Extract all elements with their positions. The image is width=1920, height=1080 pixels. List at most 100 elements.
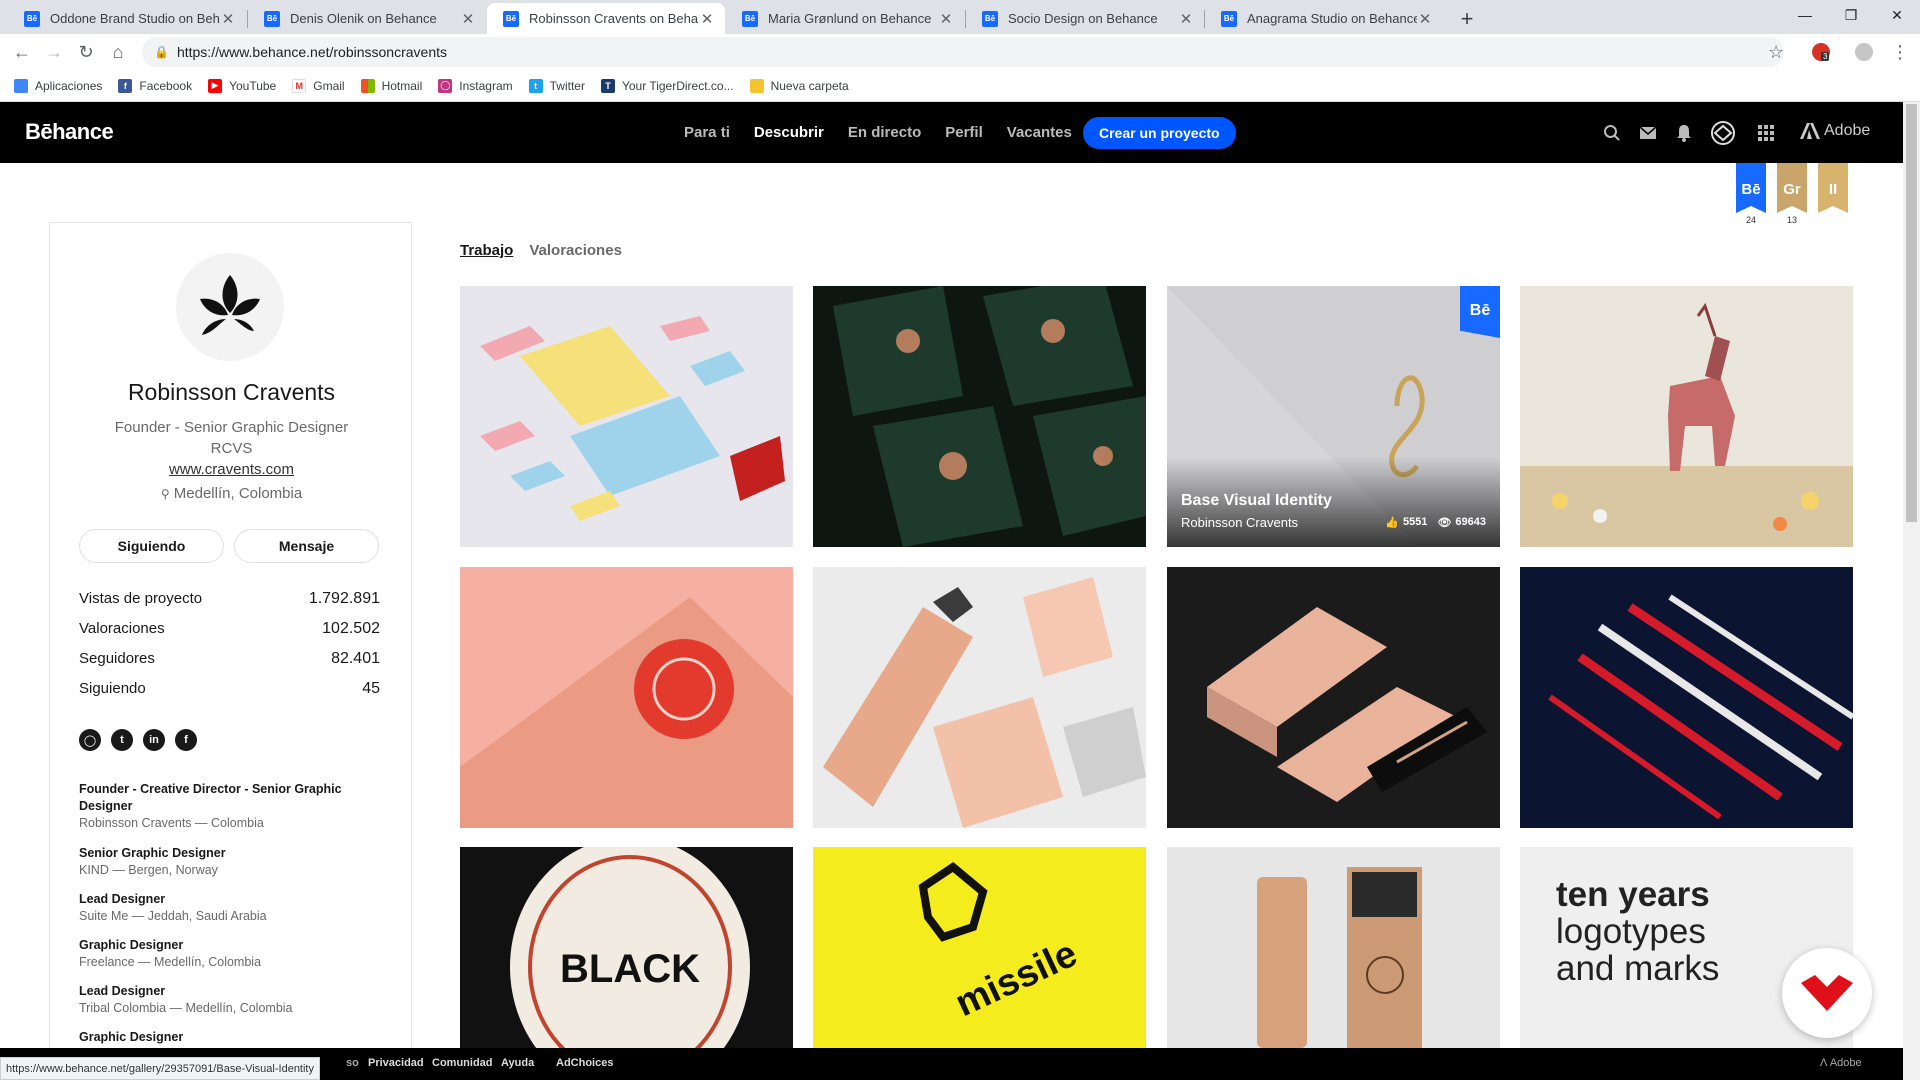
project-thumbnail xyxy=(1167,567,1500,828)
project-card-featured[interactable]: Bē Base Visual Identity Robinsson Craven… xyxy=(1167,286,1500,547)
minimize-icon[interactable]: — xyxy=(1782,0,1828,30)
project-card[interactable] xyxy=(1167,567,1500,828)
nav-perfil[interactable]: Perfil xyxy=(945,124,983,141)
mail-icon[interactable] xyxy=(1637,122,1659,144)
restore-icon[interactable]: ❐ xyxy=(1828,0,1874,30)
behance-logo[interactable]: Bēhance xyxy=(25,119,114,145)
project-title[interactable]: Base Visual Identity xyxy=(1181,492,1332,510)
close-tab-icon[interactable]: ✕ xyxy=(938,10,954,28)
bookmark-star-icon[interactable]: ☆ xyxy=(1768,42,1784,63)
home-icon[interactable]: ⌂ xyxy=(104,38,132,66)
browser-tab[interactable]: Bē Socio Design on Behance ✕ xyxy=(966,3,1204,34)
close-tab-icon[interactable]: ✕ xyxy=(1417,10,1433,28)
bookmarks-bar: Aplicaciones f Facebook ▶ YouTube M Gmai… xyxy=(0,70,1920,102)
project-owner[interactable]: Robinsson Cravents xyxy=(1181,515,1298,530)
close-tab-icon[interactable]: ✕ xyxy=(1178,10,1194,28)
extension-icon[interactable]: 3 xyxy=(1812,43,1830,61)
instagram-icon: ◯ xyxy=(438,78,453,93)
project-card[interactable] xyxy=(813,286,1146,547)
footer-link-adchoices[interactable]: AdChoices xyxy=(556,1057,613,1069)
close-window-icon[interactable]: ✕ xyxy=(1874,0,1920,30)
browser-tab[interactable]: Bē Anagrama Studio on Behance ✕ xyxy=(1205,3,1443,34)
job-company: Suite Me — Jeddah, Saudi Arabia xyxy=(79,909,267,923)
project-thumbnail xyxy=(1520,567,1853,828)
job-company: Tribal Colombia — Medellín, Colombia xyxy=(79,1001,293,1015)
tab-trabajo[interactable]: Trabajo xyxy=(460,242,513,259)
project-card[interactable] xyxy=(813,567,1146,828)
nav-descubrir[interactable]: Descubrir xyxy=(754,124,824,141)
back-icon[interactable]: ← xyxy=(8,38,36,66)
create-project-button[interactable]: Crear un proyecto xyxy=(1083,117,1236,149)
forward-icon[interactable]: → xyxy=(40,38,68,66)
project-thumbnail xyxy=(1167,847,1500,1048)
message-button[interactable]: Mensaje xyxy=(234,529,379,563)
bookmark-item[interactable]: ▶ YouTube xyxy=(208,78,276,93)
graphic-badge-ribbon[interactable]: Gr xyxy=(1777,163,1807,213)
nav-vacantes[interactable]: Vacantes xyxy=(1007,124,1072,141)
adobe-link[interactable]: Adobe xyxy=(1800,122,1870,140)
stat-row[interactable]: Valoraciones 102.502 xyxy=(79,620,380,638)
twitter-icon[interactable]: t xyxy=(111,729,133,751)
scrollbar-thumb[interactable] xyxy=(1906,104,1917,522)
stat-row[interactable]: Seguidores 82.401 xyxy=(79,650,380,668)
following-button[interactable]: Siguiendo xyxy=(79,529,224,563)
project-card[interactable] xyxy=(460,567,793,828)
project-card[interactable] xyxy=(1167,847,1500,1048)
project-card[interactable]: BLACK xyxy=(460,847,793,1048)
job-title: Lead Designer xyxy=(79,984,166,998)
tab-title: Robinsson Cravents on Behance xyxy=(529,11,699,26)
bookmark-item[interactable]: Nueva carpeta xyxy=(749,78,849,93)
stat-value: 82.401 xyxy=(331,650,380,667)
illustration-badge-ribbon[interactable]: II xyxy=(1818,163,1848,213)
project-card[interactable] xyxy=(1520,567,1853,828)
project-card[interactable] xyxy=(460,286,793,547)
bookmark-item[interactable]: Hotmail xyxy=(360,78,422,93)
profile-avatar-icon[interactable] xyxy=(1855,43,1873,61)
user-avatar-icon[interactable] xyxy=(1709,119,1737,147)
menu-kebab-icon[interactable]: ⋮ xyxy=(1886,38,1914,66)
nav-para-ti[interactable]: Para ti xyxy=(684,124,730,141)
project-card[interactable]: missile xyxy=(813,847,1146,1048)
bookmark-item[interactable]: ◯ Instagram xyxy=(438,78,513,93)
apps-grid-icon xyxy=(14,78,28,93)
notification-bell-icon[interactable] xyxy=(1673,122,1695,144)
footer-adobe-link[interactable]: Λ Adobe xyxy=(1820,1057,1862,1069)
close-tab-icon[interactable]: ✕ xyxy=(699,10,715,28)
appreciate-button[interactable] xyxy=(1782,948,1872,1038)
eye-icon: 👁 xyxy=(1437,517,1452,529)
project-card[interactable] xyxy=(1520,286,1853,547)
footer-link-ayuda[interactable]: Ayuda xyxy=(501,1057,534,1069)
bookmark-item[interactable]: f Facebook xyxy=(118,78,192,93)
promo-line: and marks xyxy=(1556,949,1720,988)
page-scrollbar[interactable] xyxy=(1903,102,1920,1080)
windows-icon xyxy=(360,78,375,93)
reload-icon[interactable]: ↻ xyxy=(72,38,100,66)
new-tab-icon[interactable]: + xyxy=(1453,5,1481,33)
footer-link-privacidad[interactable]: Privacidad xyxy=(368,1057,424,1069)
close-tab-icon[interactable]: ✕ xyxy=(220,10,236,28)
facebook-icon[interactable]: f xyxy=(175,729,197,751)
profile-location: ⚲ Medellín, Colombia xyxy=(50,485,413,502)
footer-link-comunidad[interactable]: Comunidad xyxy=(432,1057,493,1069)
behance-badge-ribbon[interactable]: Bē xyxy=(1736,163,1766,213)
browser-tab[interactable]: Bē Oddone Brand Studio on Behance ✕ xyxy=(8,3,246,34)
footer-link-truncated[interactable]: so xyxy=(346,1057,359,1069)
browser-tab[interactable]: Bē Maria Grønlund on Behance ✕ xyxy=(726,3,964,34)
profile-website-link[interactable]: www.cravents.com xyxy=(50,461,413,478)
stat-row[interactable]: Siguiendo 45 xyxy=(79,680,380,698)
address-bar[interactable]: 🔒 https://www.behance.net/robinssoncrave… xyxy=(142,37,1784,67)
browser-tab-active[interactable]: Bē Robinsson Cravents on Behance ✕ xyxy=(487,3,725,34)
instagram-icon[interactable]: ◯ xyxy=(79,729,101,751)
search-icon[interactable] xyxy=(1601,122,1623,144)
bookmark-item[interactable]: M Gmail xyxy=(292,78,345,93)
nav-en-directo[interactable]: En directo xyxy=(848,124,921,141)
profile-tabs: Trabajo Valoraciones xyxy=(460,242,638,259)
apps-grid-icon[interactable] xyxy=(1755,122,1777,144)
tab-valoraciones[interactable]: Valoraciones xyxy=(529,242,622,259)
browser-tab[interactable]: Bē Denis Olenik on Behance ✕ xyxy=(248,3,486,34)
close-tab-icon[interactable]: ✕ xyxy=(460,10,476,28)
bookmark-item[interactable]: Aplicaciones xyxy=(14,78,102,93)
bookmark-item[interactable]: t Twitter xyxy=(528,78,585,93)
bookmark-item[interactable]: T Your TigerDirect.co... xyxy=(600,78,734,93)
linkedin-icon[interactable]: in xyxy=(143,729,165,751)
